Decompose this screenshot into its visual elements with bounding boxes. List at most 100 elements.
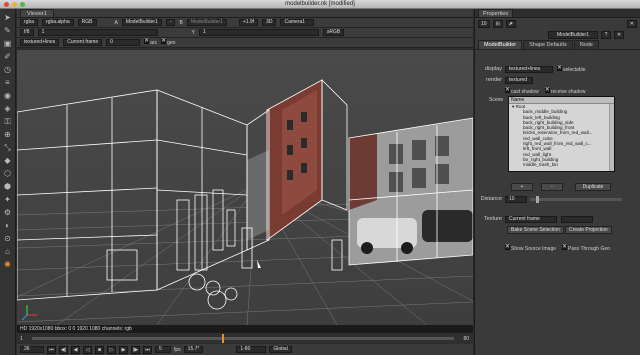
nodes-toolbar: ➤ ✎ ▣ ✐ ◷ ≡ ◉ ◈ ⚿ ⊕ ⤡ ◆ ⬡ ⬢ ✦ ⚙ ◐ ⊙ ⌂ ✺ <box>0 9 16 355</box>
tab-shape-defaults[interactable]: Shape Defaults <box>523 40 573 49</box>
scene-list-scrollbar[interactable] <box>609 104 614 171</box>
bake-scene-selection-button[interactable]: Bake Scene Selection <box>507 226 564 234</box>
view-mode-dropdown[interactable]: 3D <box>262 19 277 26</box>
color-icon[interactable]: ◉ <box>3 91 13 101</box>
distance-slider[interactable] <box>530 195 622 203</box>
selectable-checkbox[interactable]: selectable <box>557 64 586 73</box>
texture-frame-field[interactable] <box>561 215 593 223</box>
pointer-icon[interactable]: ➤ <box>3 13 13 23</box>
zoom-icon[interactable] <box>20 2 25 7</box>
playhead-marker[interactable] <box>221 334 224 343</box>
tab-node[interactable]: Node <box>573 40 599 49</box>
tab-modelbuilder[interactable]: ModelBuilder <box>478 40 523 49</box>
render-label: render <box>486 77 502 83</box>
show-source-image-checkbox[interactable]: Show Source Image <box>505 243 556 252</box>
merge-icon[interactable]: ⊕ <box>3 130 13 140</box>
next-frame-icon[interactable]: ▶ <box>119 345 128 354</box>
distance-field[interactable]: 10 <box>505 195 527 203</box>
node-close-icon[interactable]: ✕ <box>614 31 625 39</box>
first-frame-icon[interactable]: ⏮ <box>47 345 56 354</box>
filter-icon[interactable]: ◈ <box>3 104 13 114</box>
range-field[interactable]: 1-80 <box>236 346 267 353</box>
tab-properties[interactable]: Properties <box>478 9 514 17</box>
step-field[interactable]: 5 <box>155 346 171 353</box>
keyer-icon[interactable]: ⚿ <box>3 117 13 127</box>
next-keyframe-icon[interactable]: |▶ <box>131 345 140 354</box>
timeline: 1 80 36 ⏮ ◀| ◀ ◁ ■ ▷ ▶ |▶ ⏭ 5 fps 15.7* … <box>17 333 473 355</box>
close-icon[interactable] <box>4 2 9 7</box>
scene-list-header: Name <box>509 97 614 104</box>
max-panels-field[interactable]: 10 <box>478 20 490 28</box>
ocula-icon[interactable]: ⊙ <box>3 234 13 244</box>
transform-icon[interactable]: ⤡ <box>3 143 13 153</box>
draw-icon[interactable]: ✐ <box>3 52 13 62</box>
frame-mode-dropdown[interactable]: Current frame <box>63 39 103 46</box>
lock-icon[interactable]: ⊟ <box>492 20 503 28</box>
duplicate-button[interactable]: Duplicate <box>575 183 611 191</box>
zoom-dropdown[interactable]: +1.9f <box>238 19 259 26</box>
remove-button[interactable]: - <box>541 183 563 191</box>
current-frame-field[interactable]: 36 <box>20 346 44 353</box>
render-mode-dropdown[interactable]: textured+lines <box>20 39 60 46</box>
3d-viewport[interactable] <box>17 50 473 325</box>
play-backward-icon[interactable]: ◁ <box>83 345 92 354</box>
distance-label: Distance <box>480 196 502 202</box>
views-icon[interactable]: ⬡ <box>3 169 13 179</box>
channel-icon[interactable]: ≡ <box>3 78 13 88</box>
b-input-dropdown[interactable]: ModelBuilder1 <box>186 19 227 26</box>
last-frame-icon[interactable]: ⏭ <box>143 345 152 354</box>
help-icon[interactable]: ? <box>601 31 611 39</box>
channels-dropdown[interactable]: rgba <box>20 19 39 26</box>
a-input-dropdown[interactable]: ModelBuilder1 <box>121 19 162 26</box>
receive-shadow-checkbox[interactable]: receive shadow <box>544 86 586 95</box>
gamma-field[interactable]: 1 <box>198 29 319 36</box>
fps-field[interactable]: 15.7* <box>183 346 204 353</box>
camera-dropdown[interactable]: Camera1 <box>280 19 315 26</box>
global-range-dropdown[interactable]: Global <box>269 346 292 353</box>
frame-field[interactable]: 0 <box>106 39 141 46</box>
timeline-ruler[interactable]: 1 80 <box>17 333 473 344</box>
timeline-scrubber[interactable] <box>31 334 455 343</box>
distance-slider-handle[interactable] <box>536 195 539 203</box>
create-projection-button[interactable]: Create Projection <box>565 226 612 234</box>
fstop-dropdown[interactable]: f/8 <box>20 29 34 36</box>
nuke-icon[interactable]: ✺ <box>3 260 13 270</box>
node-name-field[interactable]: ModelBuilder1 <box>548 31 598 39</box>
metadata-icon[interactable]: ⬢ <box>3 182 13 192</box>
geo-checkbox[interactable]: geo <box>161 37 175 46</box>
tab-viewer1[interactable]: Viewer1 <box>20 9 54 17</box>
float-panel-icon[interactable]: ⬈ <box>505 20 516 28</box>
scene-list[interactable]: Name ▾ Root back_middle_building back_lef… <box>508 96 615 172</box>
plugin-icon[interactable]: ⌂ <box>3 247 13 257</box>
render-dropdown[interactable]: textured <box>505 76 533 84</box>
arc-checkbox[interactable]: arc <box>144 37 157 46</box>
pass-through-geo-checkbox[interactable]: Pass Through Geo <box>562 243 610 252</box>
other-icon[interactable]: ⚙ <box>3 208 13 218</box>
paint-icon[interactable]: ✎ <box>3 26 13 36</box>
scene-list-item[interactable]: middle_trash_bin <box>509 162 614 167</box>
source-row: Show Source Image Pass Through Geo <box>505 243 610 253</box>
prev-keyframe-icon[interactable]: ◀| <box>59 345 68 354</box>
toolsets-icon[interactable]: ✦ <box>3 195 13 205</box>
cast-shadow-checkbox[interactable]: cast shadow <box>505 86 539 95</box>
stop-icon[interactable]: ■ <box>95 345 104 354</box>
add-button[interactable]: + <box>511 183 533 191</box>
texture-dropdown[interactable]: Current frame <box>505 215 557 223</box>
scene-label: Scene <box>489 97 504 103</box>
time-icon[interactable]: ◷ <box>3 65 13 75</box>
prev-frame-icon[interactable]: ◀ <box>71 345 80 354</box>
image-icon[interactable]: ▣ <box>3 39 13 49</box>
minimize-icon[interactable] <box>12 2 17 7</box>
display-dropdown[interactable]: RGB <box>77 19 97 26</box>
close-all-icon[interactable]: ✕ <box>626 20 637 28</box>
3d-icon[interactable]: ◆ <box>3 156 13 166</box>
compare-dropdown[interactable]: - <box>165 19 176 26</box>
furnace-icon[interactable]: ◐ <box>3 221 13 231</box>
play-forward-icon[interactable]: ▷ <box>107 345 116 354</box>
viewer-controls-row3: textured+lines Current frame 0 arc geo <box>17 37 473 48</box>
display-dropdown[interactable]: textured+lines <box>505 65 553 73</box>
alpha-dropdown[interactable]: rgba.alpha <box>42 19 74 26</box>
timeline-start: 1 <box>20 335 23 342</box>
gain-field[interactable]: 1 <box>37 29 158 36</box>
lut-dropdown[interactable]: sRGB <box>322 29 345 36</box>
